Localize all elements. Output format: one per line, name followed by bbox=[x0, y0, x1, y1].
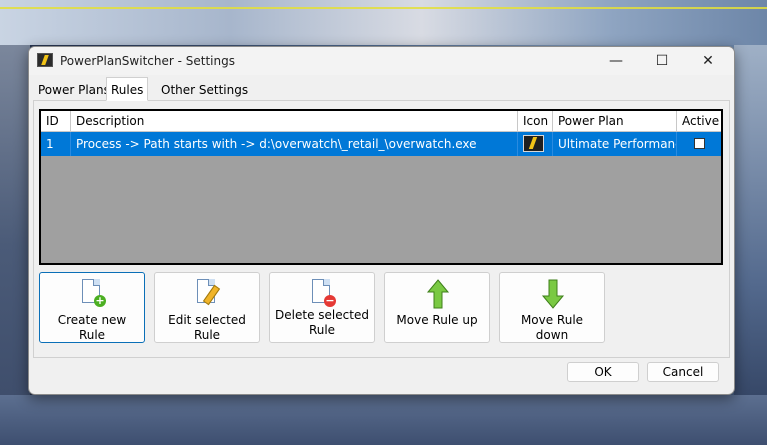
document-edit-icon bbox=[195, 279, 221, 309]
table-header: ID Description Icon Power Plan Active bbox=[41, 111, 721, 132]
col-power-plan[interactable]: Power Plan bbox=[553, 111, 677, 131]
move-rule-down-button[interactable]: Move Rule down bbox=[499, 272, 605, 343]
create-new-rule-button[interactable]: + Create new Rule bbox=[39, 272, 145, 343]
tab-other-settings[interactable]: Other Settings bbox=[156, 79, 254, 100]
row-id: 1 bbox=[41, 132, 71, 156]
ok-button[interactable]: OK bbox=[567, 362, 639, 382]
row-icon-cell bbox=[518, 132, 553, 156]
move-rule-down-label: Move Rule down bbox=[520, 313, 584, 342]
background-yellow-line bbox=[0, 7, 767, 9]
background-left-edge bbox=[0, 45, 30, 445]
title-bar[interactable]: PowerPlanSwitcher - Settings — ☐ ✕ bbox=[29, 47, 734, 75]
settings-window: PowerPlanSwitcher - Settings — ☐ ✕ Power… bbox=[28, 46, 735, 395]
minimize-button[interactable]: — bbox=[593, 47, 639, 75]
create-new-rule-label: Create new Rule bbox=[57, 313, 127, 342]
background-right-edge bbox=[734, 45, 767, 445]
arrow-down-icon bbox=[540, 279, 566, 309]
document-add-icon: + bbox=[80, 279, 106, 309]
move-rule-up-button[interactable]: Move Rule up bbox=[384, 272, 490, 343]
table-row[interactable]: 1 Process -> Path starts with -> d:\over… bbox=[41, 132, 721, 156]
arrow-up-icon bbox=[425, 279, 451, 309]
col-description[interactable]: Description bbox=[71, 111, 518, 131]
move-rule-up-label: Move Rule up bbox=[396, 313, 478, 327]
rules-table[interactable]: ID Description Icon Power Plan Active 1 … bbox=[39, 109, 723, 265]
close-button[interactable]: ✕ bbox=[685, 47, 731, 75]
delete-selected-rule-label: Delete selected Rule bbox=[275, 308, 369, 337]
app-bolt-icon bbox=[37, 53, 53, 67]
power-plan-bolt-icon bbox=[523, 135, 544, 152]
col-active[interactable]: Active bbox=[677, 111, 721, 131]
col-id[interactable]: ID bbox=[41, 111, 71, 131]
row-active-cell bbox=[677, 132, 721, 156]
maximize-button[interactable]: ☐ bbox=[639, 47, 685, 75]
col-icon[interactable]: Icon bbox=[518, 111, 553, 131]
delete-selected-rule-button[interactable]: − Delete selected Rule bbox=[269, 272, 375, 343]
document-delete-icon: − bbox=[310, 279, 336, 309]
tab-power-plans[interactable]: Power Plans bbox=[33, 79, 115, 100]
edit-selected-rule-button[interactable]: Edit selected Rule bbox=[154, 272, 260, 343]
row-power-plan: Ultimate Performance bbox=[553, 132, 677, 156]
cancel-button[interactable]: Cancel bbox=[647, 362, 719, 382]
active-checkbox[interactable] bbox=[694, 138, 705, 149]
window-title: PowerPlanSwitcher - Settings bbox=[60, 54, 235, 68]
tab-rules[interactable]: Rules bbox=[106, 77, 149, 101]
edit-selected-rule-label: Edit selected Rule bbox=[168, 313, 246, 342]
background-bottom-edge bbox=[0, 395, 767, 445]
row-description: Process -> Path starts with -> d:\overwa… bbox=[71, 132, 518, 156]
